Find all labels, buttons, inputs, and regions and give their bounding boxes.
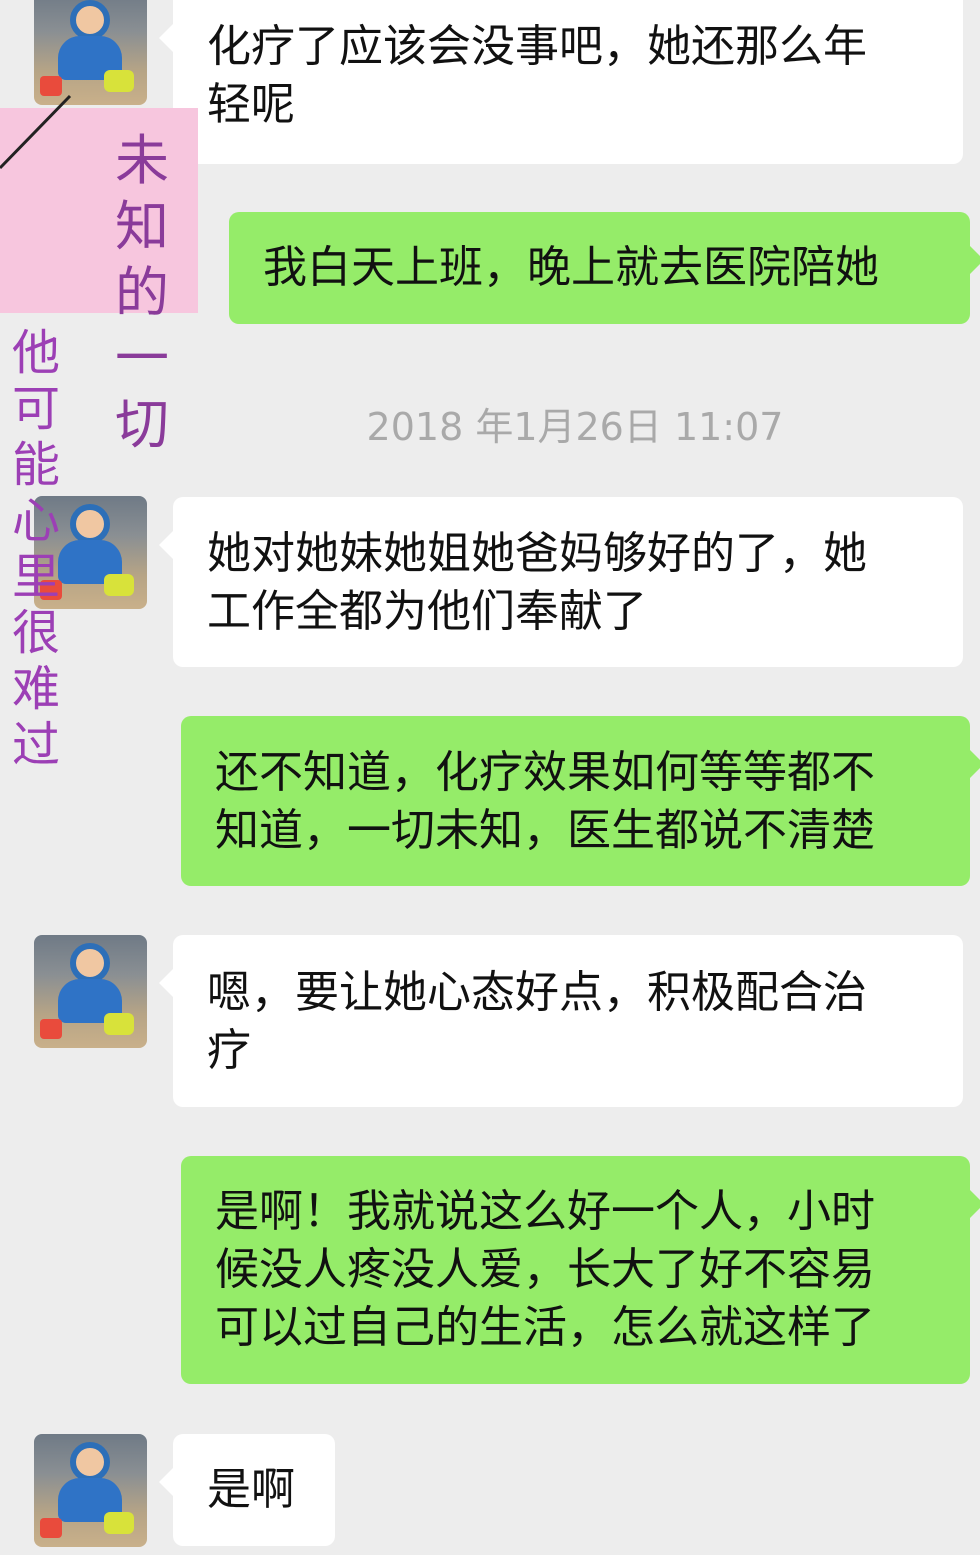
avatar[interactable] xyxy=(34,1434,147,1547)
message-bubble-incoming[interactable]: 嗯，要让她心态好点，积极配合治 疗 xyxy=(159,935,963,1107)
avatar-toy xyxy=(104,1512,134,1534)
avatar-head xyxy=(70,943,110,983)
avatar-toy xyxy=(104,1013,134,1035)
handwritten-note: 未 知 的 一 切 xyxy=(115,129,169,456)
avatar-toy xyxy=(104,574,134,596)
message-bubble-outgoing[interactable]: 还不知道，化疗效果如何等等都不 知道，一切未知，医生都说不清楚 xyxy=(181,716,980,886)
message-bubble-incoming[interactable]: 是啊 xyxy=(159,1434,335,1546)
message-bubble-incoming[interactable]: 化疗了应该会没事吧，她还那么年 轻呢 xyxy=(159,0,963,164)
message-bubble-outgoing[interactable]: 我白天上班，晚上就去医院陪她 xyxy=(229,212,980,324)
avatar-pail xyxy=(40,1518,62,1538)
side-note: 他 可 能 心 里 很 难 过 xyxy=(11,325,60,773)
message-bubble-outgoing[interactable]: 是啊！我就说这么好一个人，小时 候没人疼没人爱，长大了好不容易 可以过自己的生活… xyxy=(181,1156,980,1384)
avatar[interactable] xyxy=(34,935,147,1048)
message-bubble-incoming[interactable]: 她对她妹她姐她爸妈够好的了，她 工作全都为他们奉献了 xyxy=(159,497,963,667)
avatar-head xyxy=(70,1442,110,1482)
avatar-head xyxy=(70,504,110,544)
avatar-pail xyxy=(40,1019,62,1039)
